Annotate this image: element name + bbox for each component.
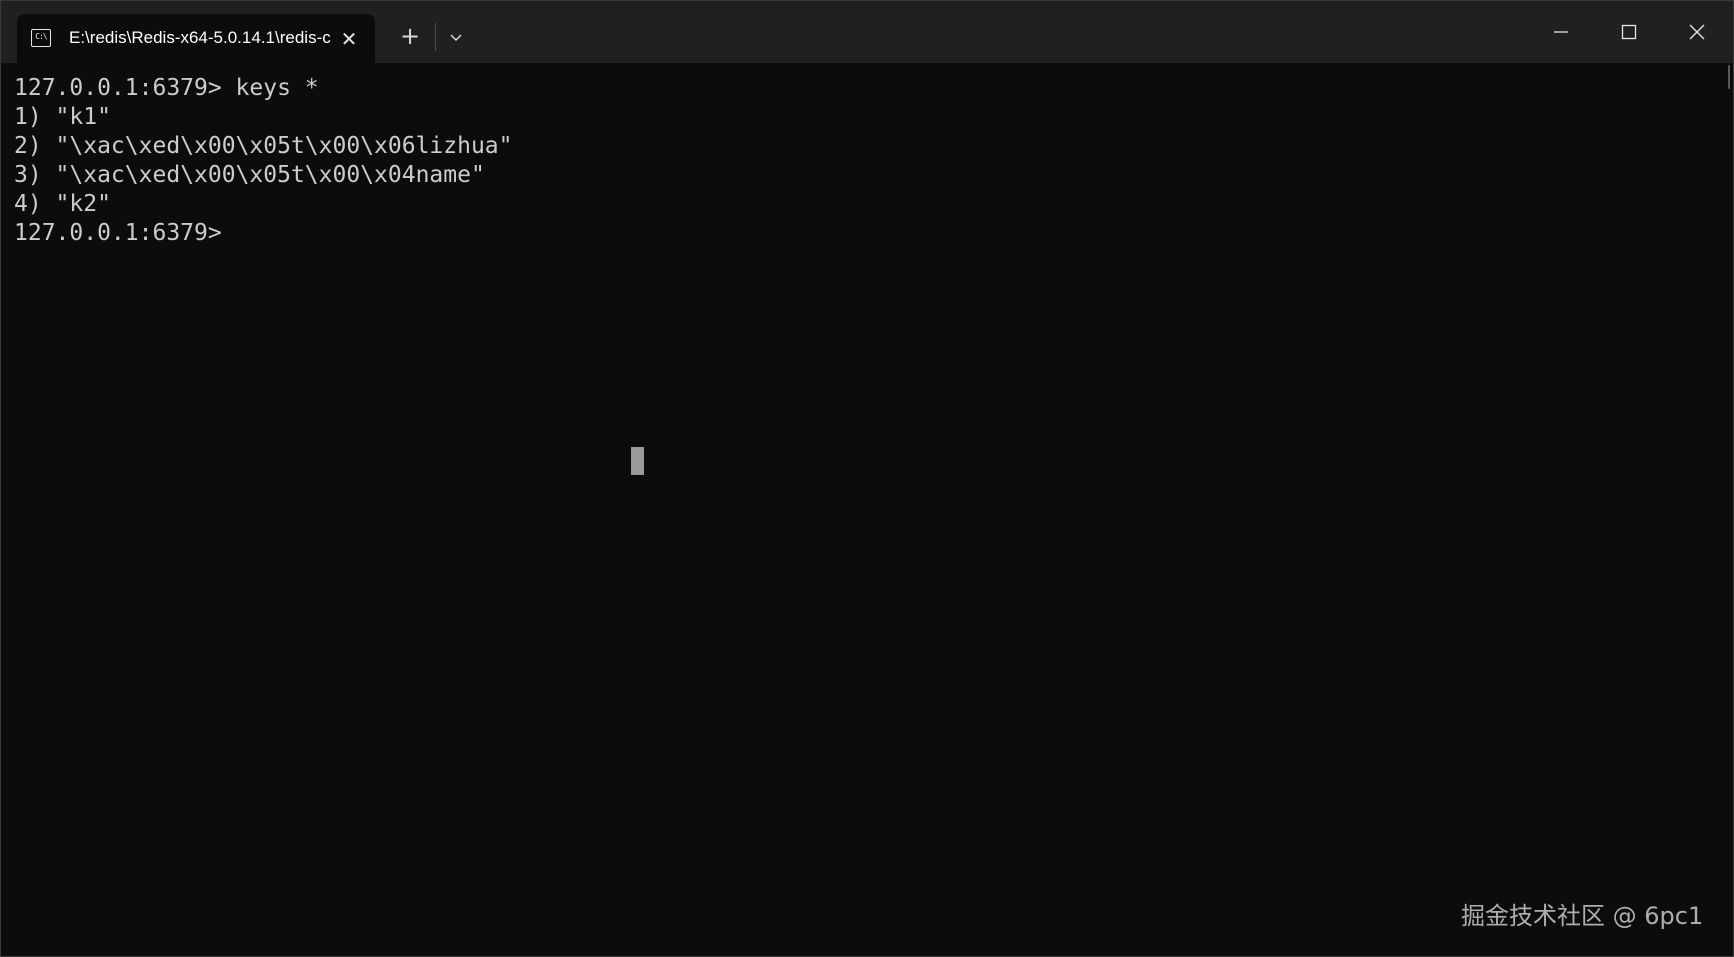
watermark: 掘金技术社区 @ 6pc1 — [1461, 902, 1704, 930]
terminal-line: 3) "\xac\xed\x00\x05t\x00\x04name" — [14, 162, 485, 188]
scrollbar-thumb[interactable] — [1728, 65, 1730, 89]
tab-dropdown-button[interactable] — [441, 22, 471, 52]
tab-redis-cli[interactable]: C:\ E:\redis\Redis-x64-5.0.14.1\redis-cl… — [17, 14, 375, 63]
scrollbar[interactable] — [1719, 63, 1733, 956]
minimize-button[interactable] — [1527, 1, 1595, 63]
terminal-line: 1) "k1" — [14, 104, 111, 130]
text-cursor — [631, 447, 644, 475]
title-bar[interactable]: C:\ E:\redis\Redis-x64-5.0.14.1\redis-cl… — [1, 1, 1733, 63]
tab-divider — [435, 23, 436, 51]
command-prompt-icon: C:\ — [31, 29, 51, 47]
maximize-icon — [1621, 24, 1637, 40]
tab-close-button[interactable]: ✕ — [335, 25, 363, 53]
maximize-button[interactable] — [1595, 1, 1663, 63]
close-icon — [1689, 24, 1705, 40]
tab-title: E:\redis\Redis-x64-5.0.14.1\redis-cli.ex… — [69, 28, 331, 47]
chevron-down-icon — [450, 34, 462, 42]
terminal-output[interactable]: 127.0.0.1:6379> keys * 1) "k1" 2) "\xac\… — [1, 63, 1719, 956]
terminal-line: 2) "\xac\xed\x00\x05t\x00\x06lizhua" — [14, 133, 513, 159]
close-window-button[interactable] — [1663, 1, 1731, 63]
minimize-icon — [1554, 31, 1568, 33]
terminal-prompt: 127.0.0.1:6379> — [14, 220, 222, 246]
new-tab-button[interactable]: + — [393, 20, 427, 54]
terminal-line: 4) "k2" — [14, 191, 111, 217]
terminal-window: C:\ E:\redis\Redis-x64-5.0.14.1\redis-cl… — [0, 0, 1734, 957]
terminal-line: 127.0.0.1:6379> keys * — [14, 75, 319, 101]
